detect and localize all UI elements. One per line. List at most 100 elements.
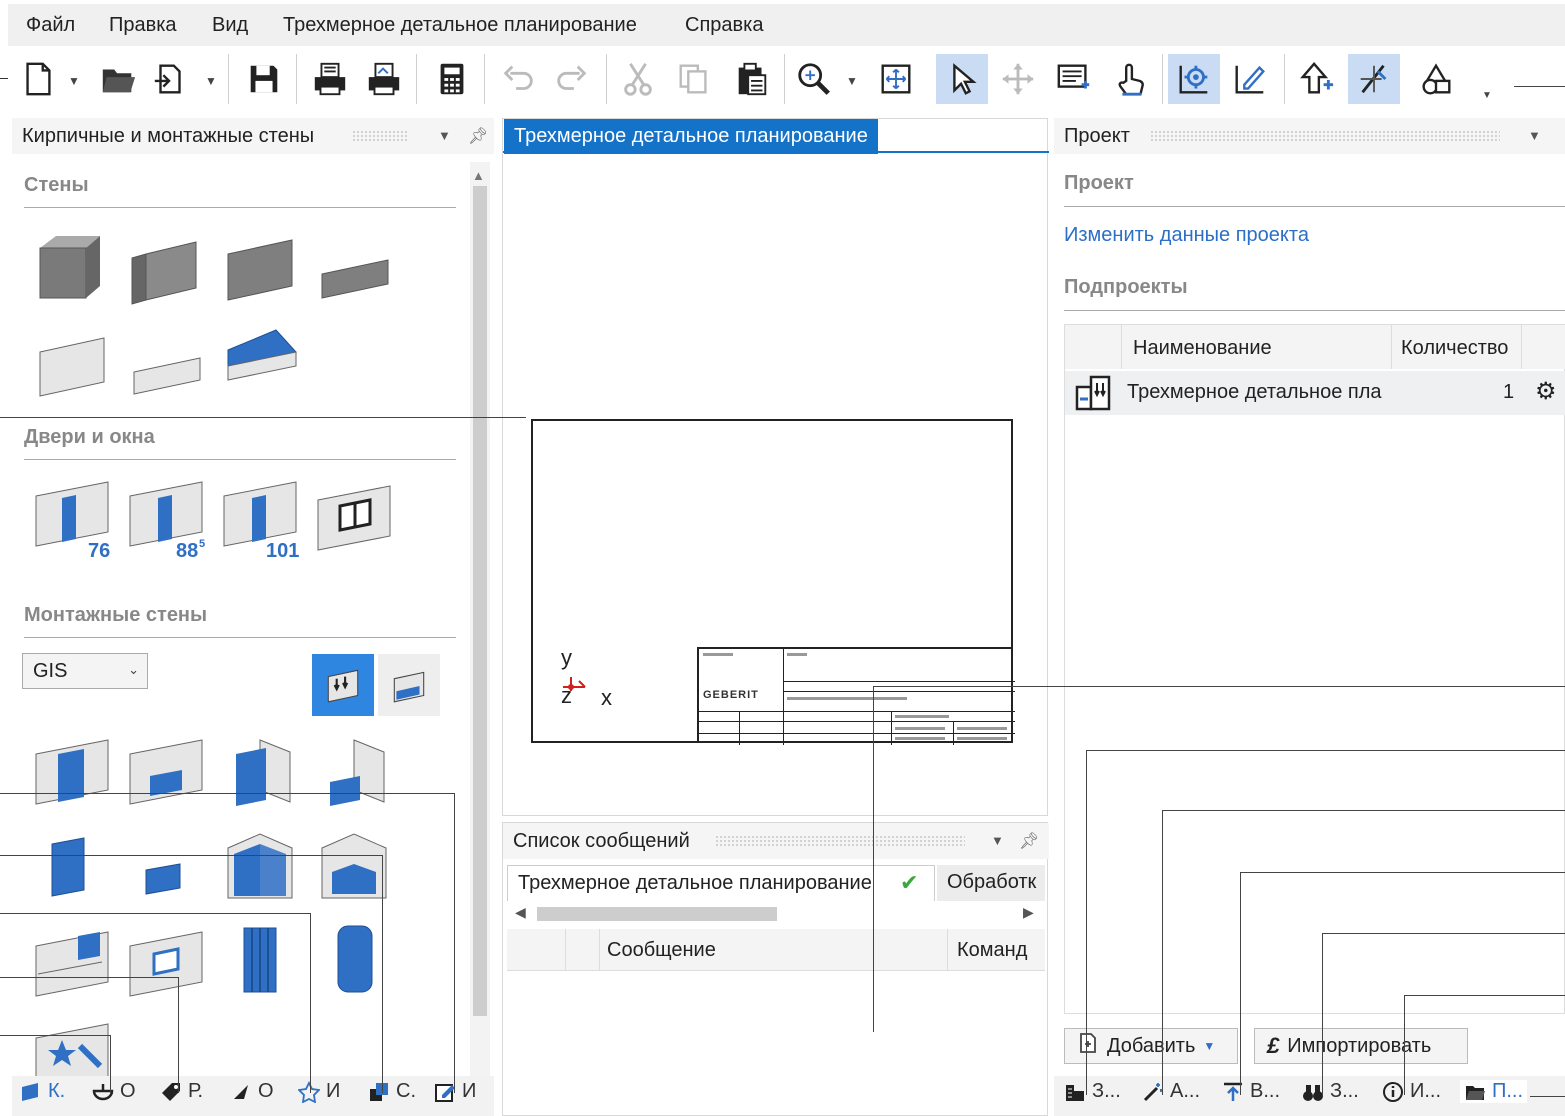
door-88-tile[interactable]: 88 5	[126, 478, 206, 562]
left-tab-o2[interactable]: О	[230, 1080, 274, 1103]
right-tab-buildings[interactable]: З...	[1064, 1080, 1121, 1103]
left-tab-i[interactable]: И	[434, 1080, 476, 1103]
axis-x-label: x	[601, 685, 612, 710]
mount-corner-low-tile[interactable]	[314, 734, 394, 814]
shapes-icon[interactable]	[1412, 54, 1460, 104]
up-plus-icon[interactable]	[1292, 54, 1340, 104]
edit-project-link[interactable]: Изменить данные проекта	[1064, 224, 1309, 247]
scroll-thumb[interactable]	[473, 186, 487, 1016]
wall-low-tile[interactable]	[126, 332, 206, 412]
section-divider	[24, 459, 456, 460]
mount-frame-window-tile[interactable]	[32, 924, 112, 1004]
pin-icon[interactable]: 📌︎	[1019, 831, 1039, 851]
right-tab-project[interactable]: П...	[1460, 1080, 1528, 1103]
undo-icon[interactable]	[494, 54, 542, 104]
print-icon[interactable]	[306, 54, 354, 104]
wall-panel-tile[interactable]	[220, 228, 300, 308]
mount-frame-open-tile[interactable]	[126, 924, 206, 1004]
menu-edit[interactable]: Правка	[109, 14, 177, 37]
wall-box-tile[interactable]	[32, 228, 112, 308]
property-icon[interactable]	[1050, 54, 1098, 104]
left-tab-o1[interactable]: О	[92, 1080, 136, 1103]
table-row[interactable]: Трехмерное детальное пла 1 ⚙	[1065, 371, 1565, 415]
menu-view[interactable]: Вид	[212, 14, 248, 37]
column-message[interactable]: Сообщение	[607, 939, 716, 962]
scroll-left-icon[interactable]: ◀	[515, 904, 526, 921]
mount-column-tile[interactable]	[220, 918, 300, 998]
left-tab-favorites[interactable]: И	[297, 1080, 340, 1104]
messages-tab-planning[interactable]: Трехмерное детальное планирование ✔	[507, 865, 935, 901]
messages-hscroll[interactable]: ◀ ▶	[507, 903, 1045, 925]
menu-planning[interactable]: Трехмерное детальное планирование	[283, 14, 637, 37]
left-tab-s[interactable]: С.	[368, 1080, 416, 1103]
settings-grid-icon[interactable]	[1168, 54, 1220, 104]
column-name[interactable]: Наименование	[1133, 337, 1272, 360]
panel-grip	[715, 835, 965, 847]
save-icon[interactable]	[240, 54, 288, 104]
wall-corner-tile[interactable]	[126, 228, 206, 308]
mount-block-small-tile[interactable]	[126, 828, 206, 908]
scroll-right-icon[interactable]: ▶	[1023, 904, 1034, 921]
zoom-icon[interactable]	[790, 54, 838, 104]
panel-menu-arrow-icon[interactable]: ▼	[438, 128, 451, 143]
touch-icon[interactable]	[1106, 54, 1154, 104]
copy-icon[interactable]	[670, 54, 718, 104]
toolbar-overflow-icon[interactable]: ▼	[1482, 90, 1492, 101]
scroll-thumb[interactable]	[537, 907, 777, 921]
import-button[interactable]: £ Импортировать	[1254, 1028, 1468, 1064]
cut-icon[interactable]	[614, 54, 662, 104]
new-document-icon[interactable]	[14, 54, 62, 104]
paste-icon[interactable]	[728, 54, 776, 104]
redo-icon[interactable]	[548, 54, 596, 104]
import-dropdown-icon[interactable]: ▼	[205, 74, 217, 88]
system-select[interactable]: GIS ⌄	[22, 653, 148, 689]
calculator-icon[interactable]	[428, 54, 476, 104]
star-icon	[297, 1080, 321, 1104]
wall-thin-tile[interactable]	[314, 238, 394, 318]
tab-3d-planning[interactable]: Трехмерное детальное планирование	[504, 119, 878, 154]
gear-icon[interactable]: ⚙	[1535, 377, 1557, 406]
import-icon[interactable]	[146, 54, 194, 104]
snap-icon[interactable]	[1348, 54, 1400, 104]
leader-line	[1404, 995, 1405, 1095]
mounting-mode-button[interactable]	[378, 654, 440, 716]
scroll-up-icon[interactable]: ▲	[472, 168, 485, 183]
add-button[interactable]: Добавить ▼	[1064, 1028, 1238, 1064]
column-quantity[interactable]: Количество	[1401, 337, 1508, 360]
select-pointer-icon[interactable]	[936, 54, 988, 104]
menu-bar: Файл Правка Вид Трехмерное детальное пла…	[8, 4, 1565, 46]
right-tab-upload[interactable]: В...	[1222, 1080, 1280, 1103]
wall-sloped-tile[interactable]	[220, 318, 300, 398]
mount-corner-tile[interactable]	[220, 734, 300, 814]
zoom-dropdown-icon[interactable]: ▼	[846, 74, 858, 88]
open-folder-icon[interactable]	[94, 54, 142, 104]
messages-tab-processing[interactable]: Обработк	[937, 865, 1045, 901]
window-tile[interactable]	[314, 478, 394, 558]
panel-menu-arrow-icon[interactable]: ▼	[1528, 128, 1541, 143]
wall-plain-tile[interactable]	[32, 324, 112, 404]
drawing-sheet[interactable]: GEBERIT y z x	[531, 419, 1015, 745]
print-preview-icon[interactable]	[360, 54, 408, 104]
left-tab-r[interactable]: Р.	[160, 1080, 203, 1103]
left-tab-walls[interactable]: К.	[20, 1080, 65, 1103]
edit-measure-icon[interactable]	[1226, 54, 1274, 104]
mount-low-tile[interactable]	[126, 734, 206, 814]
right-tab-wizard[interactable]: А...	[1142, 1080, 1200, 1103]
mount-frame-tile[interactable]	[32, 734, 112, 814]
move-icon[interactable]	[994, 54, 1042, 104]
column-command[interactable]: Команд	[957, 939, 1027, 962]
menu-file[interactable]: Файл	[26, 14, 75, 37]
fit-view-icon[interactable]	[872, 54, 920, 104]
panel-menu-arrow-icon[interactable]: ▼	[991, 833, 1004, 848]
menu-help[interactable]: Справка	[685, 14, 763, 37]
left-scrollbar[interactable]: ▲ ▼	[470, 162, 490, 1112]
right-tab-info[interactable]: И...	[1382, 1080, 1441, 1103]
new-dropdown-icon[interactable]: ▼	[68, 74, 80, 88]
door-101-tile[interactable]: 101	[220, 478, 300, 562]
mounting-mode-active-button[interactable]	[312, 654, 374, 716]
pin-icon[interactable]: 📌︎	[468, 126, 488, 146]
right-tab-3d[interactable]: З...	[1302, 1080, 1359, 1103]
mount-block-tile[interactable]	[32, 828, 112, 908]
door-76-tile[interactable]: 76	[32, 478, 112, 562]
mount-box-tile[interactable]	[220, 828, 300, 908]
